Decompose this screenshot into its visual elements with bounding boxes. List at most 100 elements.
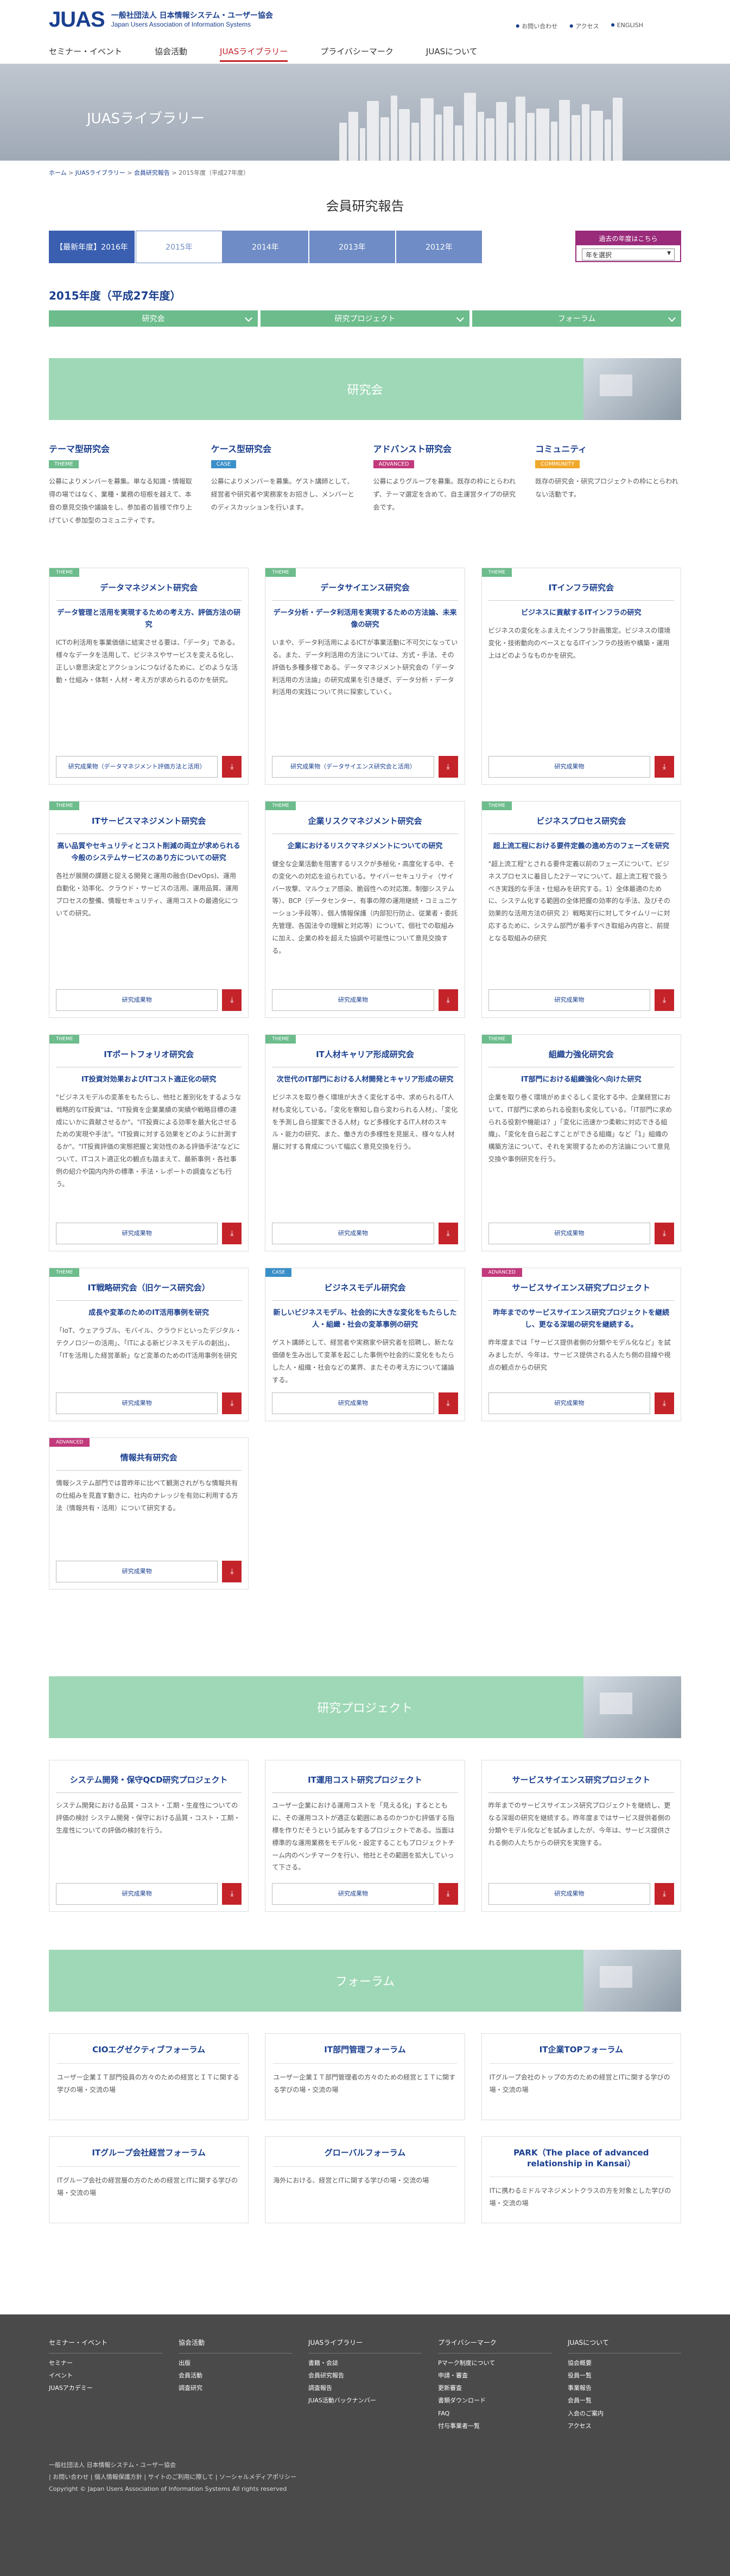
footer-link[interactable]: アクセス [568, 2420, 681, 2432]
card-title[interactable]: データマネジメント研究会 [56, 582, 242, 594]
research-results-button[interactable]: 研究成果物 [272, 989, 434, 1011]
card-title[interactable]: IT戦略研究会（旧ケース研究会） [56, 1282, 242, 1294]
pdf-download-icon[interactable] [222, 756, 242, 778]
nav-seminar[interactable]: セミナー・イベント [49, 46, 122, 62]
category-project[interactable]: 研究プロジェクト [261, 310, 469, 327]
pdf-download-icon[interactable] [222, 1223, 242, 1244]
pdf-download-icon[interactable] [655, 1883, 674, 1905]
pdf-download-icon[interactable] [438, 756, 458, 778]
footer-link[interactable]: 付与事業者一覧 [438, 2420, 551, 2432]
footer-link[interactable]: 調査報告 [308, 2382, 422, 2394]
year-tab-2015[interactable]: 2015年 [136, 231, 223, 263]
year-tab-2016[interactable]: 【最新年度】2016年 [49, 231, 136, 263]
footer-link[interactable]: 更新審査 [438, 2382, 551, 2394]
pdf-download-icon[interactable] [438, 1883, 458, 1905]
footer-link[interactable]: 会員研究報告 [308, 2369, 422, 2382]
pdf-download-icon[interactable] [222, 1392, 242, 1415]
research-results-button[interactable]: 研究成果物 [56, 1223, 218, 1244]
card-title[interactable]: 企業リスクマネジメント研究会 [272, 816, 458, 827]
footer-link[interactable]: JUASアカデミー [49, 2382, 162, 2394]
research-results-button[interactable]: 研究成果物 [488, 989, 650, 1011]
pdf-download-icon[interactable] [438, 1392, 458, 1415]
nav-privacy-mark[interactable]: プライバシーマーク [320, 46, 393, 62]
breadcrumb-reports[interactable]: 会員研究報告 [134, 169, 170, 176]
site-logo[interactable]: JUAS 一般社団法人 日本情報システム・ユーザー協会 Japan Users … [49, 8, 273, 32]
footer-link[interactable]: 書籍・会誌 [308, 2357, 422, 2369]
research-results-button[interactable]: 研究成果物 [488, 1883, 650, 1905]
footer-link[interactable]: 入会のご案内 [568, 2407, 681, 2420]
footer-column-heading[interactable]: JUASライブラリー [308, 2336, 422, 2354]
card-title[interactable]: ビジネスプロセス研究会 [488, 816, 674, 827]
footer-links[interactable]: | お問い合わせ | 個人情報保護方針 | サイトのご利用に際して | ソーシャ… [49, 2471, 681, 2483]
research-results-button[interactable]: 研究成果物 [56, 989, 218, 1011]
contact-link[interactable]: お問い合わせ [516, 22, 557, 30]
pdf-download-icon[interactable] [438, 1223, 458, 1244]
footer-link[interactable]: 書類ダウンロード [438, 2394, 551, 2407]
category-kenkyukai[interactable]: 研究会 [49, 310, 258, 327]
research-results-button[interactable]: 研究成果物 [488, 756, 650, 778]
pdf-download-icon[interactable] [655, 1392, 674, 1415]
research-results-button[interactable]: 研究成果物 [56, 1561, 218, 1583]
research-results-button[interactable]: 研究成果物 [56, 1392, 218, 1415]
footer-link[interactable]: 調査研究 [179, 2382, 292, 2394]
research-results-button[interactable]: 研究成果物 [56, 1883, 218, 1905]
pdf-download-icon[interactable] [655, 756, 674, 778]
footer-link[interactable]: 会員一覧 [568, 2394, 681, 2407]
research-results-button[interactable]: 研究成果物 [272, 1392, 434, 1415]
card-title[interactable]: データサイエンス研究会 [272, 582, 458, 594]
year-tab-2014[interactable]: 2014年 [223, 231, 309, 263]
footer-link[interactable]: 役員一覧 [568, 2369, 681, 2382]
breadcrumb-library[interactable]: JUASライブラリー [75, 169, 125, 176]
footer-column-heading[interactable]: セミナー・イベント [49, 2336, 162, 2354]
card-title[interactable]: システム開発・保守QCD研究プロジェクト [56, 1774, 242, 1786]
forum-title[interactable]: CIOエグゼクティブフォーラム [57, 2045, 241, 2064]
breadcrumb-home[interactable]: ホーム [49, 169, 67, 176]
pdf-download-icon[interactable] [222, 1561, 242, 1583]
card-title[interactable]: ITポートフォリオ研究会 [56, 1049, 242, 1060]
forum-title[interactable]: グローバルフォーラム [273, 2148, 457, 2167]
card-title[interactable]: 情報共有研究会 [56, 1452, 242, 1464]
access-link[interactable]: アクセス [569, 22, 599, 30]
nav-about[interactable]: JUASについて [426, 46, 478, 62]
footer-link[interactable]: 事業報告 [568, 2382, 681, 2394]
card-title[interactable]: 組織力強化研究会 [488, 1049, 674, 1060]
pdf-download-icon[interactable] [438, 989, 458, 1011]
research-results-button[interactable]: 研究成果物 [272, 1223, 434, 1244]
research-results-button[interactable]: 研究成果物 [272, 1883, 434, 1905]
pdf-download-icon[interactable] [222, 989, 242, 1011]
year-tab-2012[interactable]: 2012年 [396, 231, 483, 263]
card-title[interactable]: IT人材キャリア形成研究会 [272, 1049, 458, 1060]
pdf-download-icon[interactable] [655, 1223, 674, 1244]
footer-column-heading[interactable]: JUASについて [568, 2336, 681, 2354]
research-results-button[interactable]: 研究成果物 [488, 1223, 650, 1244]
forum-title[interactable]: ITグループ会社経営フォーラム [57, 2148, 241, 2167]
footer-link[interactable]: イベント [49, 2369, 162, 2382]
year-select[interactable]: 年を選択 [582, 249, 675, 260]
research-results-button[interactable]: 研究成果物（データサイエンス研究会と活用） [272, 756, 434, 778]
forum-title[interactable]: PARK（The place of advanced relationship … [489, 2148, 673, 2178]
footer-column-heading[interactable]: プライバシーマーク [438, 2336, 551, 2354]
pdf-download-icon[interactable] [655, 989, 674, 1011]
footer-link[interactable]: 協会概要 [568, 2357, 681, 2369]
year-tab-2013[interactable]: 2013年 [309, 231, 396, 263]
card-title[interactable]: ITサービスマネジメント研究会 [56, 816, 242, 827]
footer-column-heading[interactable]: 協会活動 [179, 2336, 292, 2354]
footer-link[interactable]: FAQ [438, 2407, 551, 2420]
card-title[interactable]: サービスサイエンス研究プロジェクト [488, 1282, 674, 1294]
pdf-download-icon[interactable] [222, 1883, 242, 1905]
footer-link[interactable]: 申請・審査 [438, 2369, 551, 2382]
footer-link[interactable]: 出版 [179, 2357, 292, 2369]
nav-library[interactable]: JUASライブラリー [220, 46, 288, 62]
card-title[interactable]: ITインフラ研究会 [488, 582, 674, 594]
english-link[interactable]: ENGLISH [611, 22, 643, 30]
footer-link[interactable]: JUAS活動バックナンバー [308, 2394, 422, 2407]
research-results-button[interactable]: 研究成果物（データマネジメント評価方法と活用） [56, 756, 218, 778]
research-results-button[interactable]: 研究成果物 [488, 1392, 650, 1415]
category-forum[interactable]: フォーラム [472, 310, 681, 327]
forum-title[interactable]: IT企業TOPフォーラム [489, 2045, 673, 2064]
card-title[interactable]: ビジネスモデル研究会 [272, 1282, 458, 1294]
footer-link[interactable]: Pマーク制度について [438, 2357, 551, 2369]
card-title[interactable]: IT運用コスト研究プロジェクト [272, 1774, 458, 1786]
footer-link[interactable]: セミナー [49, 2357, 162, 2369]
card-title[interactable]: サービスサイエンス研究プロジェクト [488, 1774, 674, 1786]
